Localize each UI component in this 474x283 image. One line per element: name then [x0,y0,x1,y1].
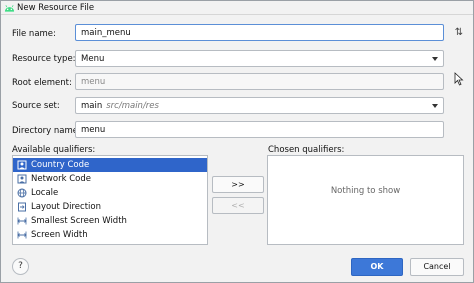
qualifier-item-smallest-screen-width[interactable]: Smallest Screen Width [13,214,207,228]
resource-type-value: Menu [81,54,105,64]
layout-direction-icon [18,202,26,212]
help-button[interactable]: ? [12,258,29,275]
qualifier-item-label: Smallest Screen Width [31,216,127,226]
android-icon [4,5,15,12]
qualifier-item-label: Layout Direction [31,202,101,212]
qualifier-item-locale[interactable]: Locale [13,186,207,200]
remove-qualifier-button[interactable]: << [212,197,264,214]
source-set-dropdown[interactable]: main src/main/res [75,97,444,114]
file-name-label: File name: [12,29,56,39]
cancel-button[interactable]: Cancel [410,258,464,276]
mouse-cursor-icon [454,72,464,86]
source-set-path-hint: src/main/res [106,101,159,111]
directory-name-input[interactable]: menu [75,121,444,138]
screen-width-icon [17,217,27,225]
screen-width-icon [17,231,27,239]
chevron-down-icon [432,104,438,108]
chosen-qualifiers-label: Chosen qualifiers: [268,145,345,155]
available-qualifiers-list[interactable]: Country Code Network Code Locale Layout … [12,155,208,245]
available-qualifiers-label: Available qualifiers: [12,145,96,155]
empty-state-text: Nothing to show [330,186,401,196]
add-qualifier-button[interactable]: >> [212,176,264,193]
qualifier-item-layout-direction[interactable]: Layout Direction [13,200,207,214]
qualifier-item-network-code[interactable]: Network Code [13,172,207,186]
qualifier-item-label: Locale [31,188,59,198]
root-element-label: Root element: [12,78,72,88]
title-bar: New Resource File [1,1,473,15]
new-resource-file-dialog: New Resource File File name: main_menu ⇅… [0,0,474,283]
ok-button[interactable]: OK [351,258,403,276]
qualifier-item-screen-width[interactable]: Screen Width [13,228,207,242]
qualifier-item-label: Screen Width [31,230,88,240]
country-code-icon [17,160,27,170]
qualifier-item-label: Country Code [31,160,90,170]
directory-name-label: Directory name: [12,126,81,136]
source-set-label: Source set: [12,101,60,111]
network-code-icon [17,174,27,184]
chosen-qualifiers-list[interactable]: Nothing to show [267,155,464,245]
resource-type-dropdown[interactable]: Menu [75,50,444,67]
globe-icon [17,188,27,198]
root-element-input[interactable]: menu [75,73,444,90]
file-name-input[interactable]: main_menu [75,24,444,41]
qualifier-item-country-code[interactable]: Country Code [13,158,207,172]
resource-type-label: Resource type: [12,54,76,64]
source-set-value: main [81,101,103,111]
chevron-down-icon [432,57,438,61]
window-title: New Resource File [17,3,95,13]
qualifier-item-label: Network Code [31,174,91,184]
sort-icon[interactable]: ⇅ [452,25,466,41]
